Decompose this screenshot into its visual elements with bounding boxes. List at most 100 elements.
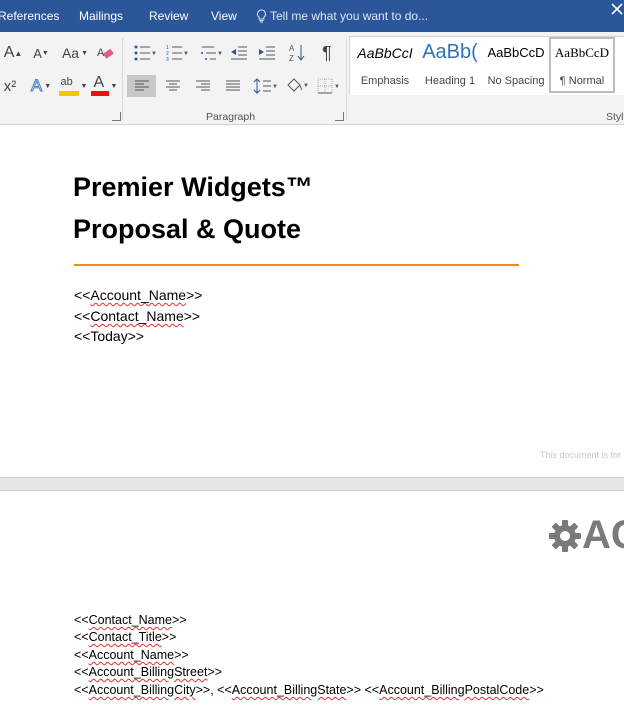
- style-emphasis[interactable]: AaBbCcI Emphasis: [353, 37, 417, 93]
- ribbon-close-icon[interactable]: [610, 2, 624, 16]
- merge-field-delimiter: <<: [74, 648, 89, 662]
- svg-text:A: A: [289, 44, 295, 53]
- document-title-line-2: Proposal & Quote: [73, 214, 302, 244]
- shading-button[interactable]: ▼: [282, 75, 312, 97]
- ribbon-separator: [122, 38, 123, 120]
- footer-disclaimer: This document is for d: [540, 450, 624, 460]
- svg-text:Z: Z: [289, 54, 294, 63]
- show-formatting-button[interactable]: ¶: [316, 42, 338, 64]
- tell-me-text: Tell me what you want to do...: [270, 9, 429, 23]
- align-left-button[interactable]: [127, 75, 156, 97]
- sort-icon: AZ: [289, 44, 305, 63]
- line-spacing-button[interactable]: ▼: [250, 75, 280, 97]
- borders-button[interactable]: ▼: [314, 75, 344, 97]
- style-heading-1[interactable]: AaBb( Heading 1: [418, 37, 482, 93]
- font-color-icon: A: [90, 74, 109, 96]
- style-no-spacing[interactable]: AaBbCcD No Spacing: [483, 37, 549, 93]
- company-logo: AC: [548, 513, 624, 558]
- svg-text:▼: ▼: [334, 84, 340, 90]
- merge-field-delimiter: >>: [174, 648, 189, 662]
- page-gap: [0, 478, 624, 490]
- bullets-button[interactable]: ▼: [130, 42, 160, 64]
- merge-field-account-name[interactable]: <<Account_Name>>: [74, 287, 202, 303]
- tab-mailings[interactable]: Mailings: [79, 9, 123, 23]
- increase-indent-button[interactable]: [256, 42, 278, 64]
- merge-field-delimiter: >>: [161, 630, 177, 644]
- bullet-list-icon: ▼: [134, 45, 156, 61]
- highlight-color-button[interactable]: ab ▼: [58, 75, 88, 97]
- merge-field-name: Account_BillingCity: [88, 683, 196, 697]
- text-effects-button[interactable]: A ▼: [28, 75, 54, 97]
- merge-field-billing-street[interactable]: <<Account_BillingStreet>>: [74, 665, 222, 679]
- font-color-button[interactable]: A ▼: [90, 74, 118, 97]
- merge-field-name: Contact_Name: [88, 613, 172, 627]
- decrease-indent-icon: [231, 46, 247, 60]
- merge-field-contact-title[interactable]: <<Contact_Title>>: [74, 630, 176, 644]
- svg-text:▼: ▼: [151, 51, 156, 57]
- ribbon-tab-bar: References Mailings Review View Tell me …: [0, 0, 624, 32]
- sort-button[interactable]: AZ: [286, 42, 308, 64]
- increase-indent-icon: [259, 46, 275, 60]
- svg-text:A: A: [97, 47, 105, 59]
- paint-bucket-icon: ▼: [287, 78, 309, 92]
- svg-text:▼: ▼: [183, 51, 188, 57]
- document-page-2[interactable]: AC <<Contact_Name>><<Contact_Title>><<Ac…: [0, 490, 624, 713]
- line-spacing-icon: ▼: [253, 78, 277, 94]
- styles-gallery: AaBbCcI Emphasis AaBb( Heading 1 AaBbCcD…: [349, 36, 624, 95]
- merge-field-name: Account_Name: [88, 648, 175, 662]
- justify-icon: [226, 80, 240, 91]
- merge-field-name: Account_BillingStreet: [88, 665, 208, 679]
- merge-field-name: Account_BillingPostalCode: [379, 683, 530, 697]
- title-underline-rule: [74, 264, 519, 266]
- ribbon-separator: [346, 38, 347, 120]
- lightbulb-icon: [257, 9, 266, 23]
- font-dialog-launcher[interactable]: [112, 112, 121, 121]
- paragraph-dialog-launcher[interactable]: [335, 112, 344, 121]
- merge-field-delimiter: >>: [529, 683, 544, 697]
- document-page-1[interactable]: Premier Widgets™ Proposal & Quote <<Acco…: [0, 125, 624, 478]
- clear-formatting-button[interactable]: A: [94, 42, 116, 64]
- style-normal[interactable]: AaBbCcD ¶ Normal: [549, 37, 615, 93]
- svg-text:▼: ▼: [303, 83, 309, 89]
- document-title-line-1: Premier Widgets™: [73, 172, 313, 202]
- tab-references[interactable]: References: [0, 9, 59, 23]
- highlighter-icon: ab: [58, 76, 79, 96]
- merge-field-contact-name[interactable]: <<Contact_Name>>: [74, 308, 200, 324]
- paragraph-group-label: Paragraph: [206, 111, 256, 123]
- merge-field-delimiter: >>: [171, 613, 187, 627]
- tab-view[interactable]: View: [211, 9, 237, 23]
- tell-me-search[interactable]: Tell me what you want to do...: [256, 9, 428, 23]
- borders-icon: ▼: [317, 78, 340, 94]
- numbered-list-icon: 123▼: [166, 45, 188, 61]
- gear-icon: [549, 519, 581, 552]
- align-right-button[interactable]: [190, 75, 216, 97]
- justify-button[interactable]: [220, 75, 246, 97]
- svg-text:▼: ▼: [272, 84, 277, 90]
- align-left-icon: [134, 80, 149, 91]
- merge-field-name: Contact_Title: [88, 630, 162, 644]
- merge-field-name: Account_BillingState: [231, 683, 347, 697]
- merge-field-delimiter: >> <<: [346, 683, 380, 697]
- superscript-button[interactable]: x²: [0, 75, 20, 97]
- merge-field-delimiter: <<: [74, 665, 89, 679]
- merge-field-today[interactable]: <<Today>>: [74, 328, 144, 344]
- align-center-button[interactable]: [160, 75, 186, 97]
- numbering-button[interactable]: 1 2 3 ▼: [162, 42, 192, 64]
- multilevel-list-button[interactable]: ▼: [196, 42, 226, 64]
- merge-field-delimiter: <<: [74, 630, 89, 644]
- merge-field-contact-name[interactable]: <<Contact_Name>>: [74, 613, 187, 627]
- decrease-indent-button[interactable]: [228, 42, 250, 64]
- eraser-icon: A: [97, 47, 114, 59]
- grow-font-button[interactable]: A ▲: [2, 42, 24, 64]
- shrink-font-button[interactable]: A ▼: [30, 42, 52, 64]
- merge-field-account-name[interactable]: <<Account_Name>>: [74, 648, 189, 662]
- styles-group-label: Styl: [606, 111, 624, 123]
- merge-field-delimiter: <<: [74, 683, 89, 697]
- merge-field-billing-city-state-zip[interactable]: <<Account_BillingCity>>, <<Account_Billi…: [74, 683, 544, 697]
- change-case-button[interactable]: Aa ▼: [60, 42, 90, 64]
- svg-text:3: 3: [166, 57, 169, 61]
- logo-text: AC: [582, 513, 624, 557]
- tab-review[interactable]: Review: [149, 9, 188, 23]
- multilevel-list-icon: ▼: [201, 46, 222, 60]
- svg-text:▼: ▼: [217, 51, 222, 57]
